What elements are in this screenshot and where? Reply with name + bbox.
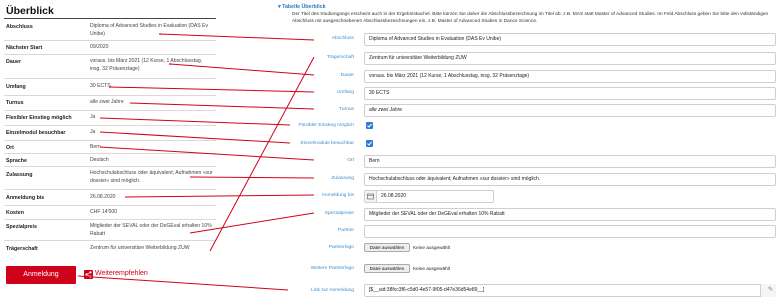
flexibel-checkbox[interactable] — [366, 122, 373, 129]
title-divider — [4, 18, 216, 19]
row-abschluss: Abschluss Diploma of Advanced Studies in… — [4, 21, 216, 41]
row-key: Sprache — [6, 158, 27, 164]
row-sprache: Sprache Deutsch — [4, 154, 216, 167]
share-icon[interactable] — [84, 270, 93, 279]
row-key: Zulassung — [6, 172, 33, 178]
row-start: Nächster Start 09/2020 — [4, 41, 216, 55]
overview-panel: Überblick Abschluss Diploma of Advanced … — [0, 0, 218, 300]
row-value: Ja — [90, 114, 96, 120]
overview-title: Überblick — [6, 5, 54, 17]
zulassung-input[interactable]: Hochschulabschluss oder äquivalent; Aufn… — [364, 173, 776, 186]
label-anmeldung-bis: Anmeldung bis — [321, 193, 354, 198]
calendar-icon[interactable] — [365, 191, 377, 202]
partnerlogo-file-status: Keine ausgewählt — [413, 245, 451, 250]
umfang-input[interactable]: 30 ECTS — [364, 87, 776, 100]
row-value: voraus. bis März 2021 (12 Kurse, 1 Absch… — [90, 58, 203, 72]
row-einzelmodul: Einzelmodul besuchbar Ja — [4, 126, 216, 141]
row-ort: Ort Bern — [4, 141, 216, 154]
date-value: 26.08.2020 — [381, 193, 407, 199]
row-key: Trägerschaft — [6, 246, 38, 252]
traegerschaft-input[interactable]: Zentrum für universitäre Weiterbildung Z… — [364, 52, 776, 65]
row-key: Dauer — [6, 59, 22, 65]
label-traegerschaft: Trägerschaft — [326, 55, 354, 60]
label-einzelmodule: Einzelmodule besuchbar — [300, 141, 354, 146]
row-value: Diploma of Advanced Studies in Evaluatio… — [90, 23, 209, 37]
ort-input[interactable]: Bern — [364, 155, 776, 168]
label-link-anmeldung: Link zur Anmeldung — [311, 288, 354, 293]
label-zulassung: Zulassung — [331, 176, 354, 181]
row-value: 26.08.2020 — [90, 194, 116, 200]
spezialpreise-input[interactable]: Mitglieder der SEVAL oder der DeGEval er… — [364, 208, 776, 221]
row-key: Spezialpreis — [6, 224, 37, 230]
section-toggle[interactable]: ▾ Tabelle Überblick — [278, 4, 326, 10]
row-key: Flexibler Einstieg möglich — [6, 115, 72, 121]
row-key: Kosten — [6, 210, 24, 216]
row-zulassung: Zulassung Hochschulabschluss oder äquiva… — [4, 167, 216, 190]
label-spezialpreise: Spezialpreise — [324, 211, 354, 216]
label-abschluss: Abschluss — [331, 36, 354, 41]
row-value: CHF 14'000 — [90, 209, 118, 215]
label-dauer: Dauer — [340, 73, 354, 78]
label-flexibel: Flexibler Einstieg möglich — [298, 123, 354, 128]
label-partnerlogo: Partnerlogo — [328, 245, 354, 250]
row-key: Anmeldung bis — [6, 195, 45, 201]
row-turnus: Turnus alle zwei Jahre — [4, 96, 216, 111]
row-value: Hochschulabschluss oder äquivalent; Aufn… — [90, 170, 213, 184]
row-dauer: Dauer voraus. bis März 2021 (12 Kurse, 1… — [4, 55, 216, 79]
row-value: Ja — [90, 129, 96, 135]
row-key: Abschluss — [6, 24, 33, 30]
row-key: Umfang — [6, 84, 26, 90]
dauer-input[interactable]: voraus. bis März 2021 (12 Kurse, 1 Absch… — [364, 70, 776, 83]
row-value: 30 ECTS — [90, 83, 111, 89]
row-value: Bern — [90, 144, 101, 150]
row-traegerschaft: Trägerschaft Zentrum für universitäre We… — [4, 241, 216, 257]
weiterempfehlen-link[interactable]: Weiterempfehlen — [95, 270, 148, 277]
edit-form-panel: ▾ Tabelle Überblick Der Titel des Studie… — [274, 0, 778, 300]
partner-input[interactable] — [364, 225, 776, 238]
turnus-input[interactable]: alle zwei Jahre — [364, 104, 776, 117]
weitere-partnerlogo-file-button[interactable]: Datei auswählen — [364, 264, 410, 273]
einzelmodule-checkbox[interactable] — [366, 140, 373, 147]
row-key: Nächster Start — [6, 45, 43, 51]
label-partner: Partner — [337, 228, 354, 233]
row-value: Deutsch — [90, 157, 109, 163]
row-key: Turnus — [6, 100, 24, 106]
label-weitere-partnerlogo: Weitere Partnerlogo — [310, 266, 354, 271]
row-value: alle zwei Jahre — [90, 99, 124, 105]
row-kosten: Kosten CHF 14'000 — [4, 206, 216, 220]
row-value: Mitglieder der SEVAL oder der DeGEval er… — [90, 223, 212, 237]
link-anmeldung-input[interactable]: [$__uid:38fcc3f6-c5d0-4e57-9f05-d47e36d5… — [364, 284, 776, 297]
row-umfang: Umfang 30 ECTS — [4, 79, 216, 96]
label-ort: Ort — [347, 158, 354, 163]
row-key: Einzelmodul besuchbar — [6, 130, 66, 136]
row-spezialpreis: Spezialpreis Mitglieder der SEVAL oder d… — [4, 220, 216, 241]
label-turnus: Turnus — [338, 107, 354, 112]
row-key: Ort — [6, 145, 14, 151]
abschluss-input[interactable]: Diploma of Advanced Studies in Evaluatio… — [364, 33, 776, 46]
partnerlogo-file-button[interactable]: Datei auswählen — [364, 243, 410, 252]
weitere-partnerlogo-file-status: Keine ausgewählt — [413, 266, 451, 271]
row-value: 09/2020 — [90, 44, 109, 50]
row-value: Zentrum für universitäre Weiterbildung Z… — [90, 245, 190, 251]
row-anmeldung-bis: Anmeldung bis 26.08.2020 — [4, 190, 216, 206]
anmeldung-button[interactable]: Anmeldung — [6, 266, 76, 284]
pencil-icon[interactable]: ✎ — [768, 286, 773, 293]
info-text: Der Titel des Studiengangs erscheint auc… — [292, 12, 769, 25]
row-flexibel: Flexibler Einstieg möglich Ja — [4, 111, 216, 126]
anmeldung-bis-date-input[interactable]: 26.08.2020 — [364, 190, 494, 203]
label-umfang: Umfang — [336, 90, 354, 95]
